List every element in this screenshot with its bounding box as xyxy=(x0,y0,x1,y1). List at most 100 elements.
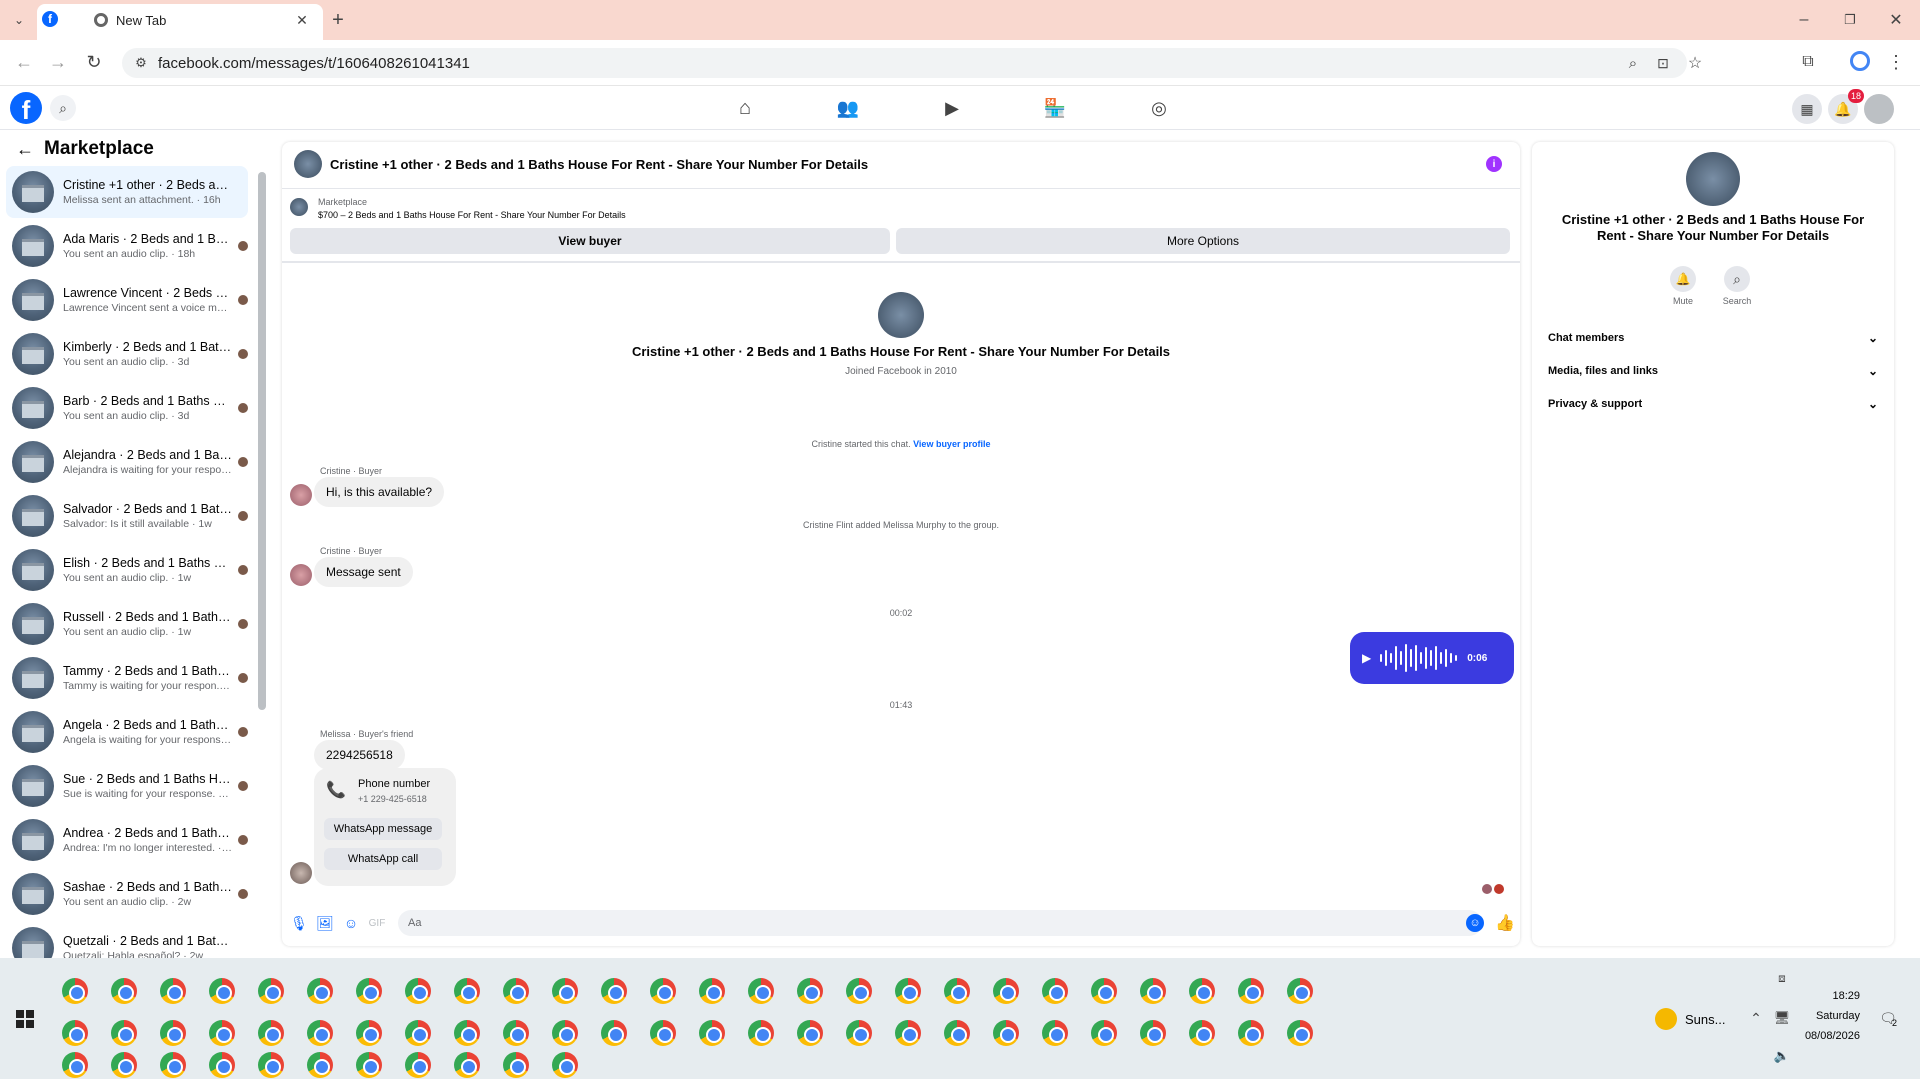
conversation-item[interactable]: Quetzali · 2 Beds and 1 Baths H... Quetza… xyxy=(6,922,248,958)
taskbar-app-icon[interactable] xyxy=(160,1052,186,1078)
taskbar-app-icon[interactable] xyxy=(846,978,872,1004)
apps-menu-icon[interactable]: ▦ xyxy=(1792,94,1822,124)
close-tab-icon[interactable]: ✕ xyxy=(292,10,312,30)
video-nav-icon[interactable]: ▶ xyxy=(932,88,972,128)
taskbar-app-icon[interactable] xyxy=(699,1020,725,1046)
taskbar-app-icon[interactable] xyxy=(601,1020,627,1046)
taskbar-app-icon[interactable] xyxy=(846,1020,872,1046)
conversation-item[interactable]: Elish · 2 Beds and 1 Baths Ho... You sent… xyxy=(6,544,248,596)
taskbar-app-icon[interactable] xyxy=(405,1020,431,1046)
taskbar-app-icon[interactable] xyxy=(797,978,823,1004)
taskbar-app-icon[interactable] xyxy=(1238,978,1264,1004)
restore-icon[interactable]: ❐ xyxy=(1838,8,1862,32)
minimize-icon[interactable]: – xyxy=(1792,8,1816,32)
conversation-item[interactable]: Kimberly · 2 Beds and 1 Baths... You sent… xyxy=(6,328,248,380)
info-icon[interactable]: i xyxy=(1486,156,1502,172)
conversation-item[interactable]: Sashae · 2 Beds and 1 Baths ... You sent … xyxy=(6,868,248,920)
tab-new-tab[interactable]: New Tab xyxy=(82,4,312,36)
bookmark-star-icon[interactable]: ☆ xyxy=(1684,52,1706,74)
taskbar-app-icon[interactable] xyxy=(503,1020,529,1046)
site-info-icon[interactable]: ⚙ xyxy=(132,54,150,72)
emoji-icon[interactable]: ☺ xyxy=(1466,914,1484,932)
marketplace-nav-icon[interactable]: 🏪 xyxy=(1035,88,1075,128)
taskbar-app-icon[interactable] xyxy=(307,978,333,1004)
taskbar-app-icon[interactable] xyxy=(650,1020,676,1046)
taskbar-app-icon[interactable] xyxy=(797,1020,823,1046)
chat-title[interactable]: Cristine +1 other · 2 Beds and 1 Baths H… xyxy=(330,157,868,172)
like-thumb-icon[interactable]: 👍 xyxy=(1494,912,1516,934)
taskbar-app-icon[interactable] xyxy=(1091,978,1117,1004)
mute-bell-icon[interactable]: 🔔 xyxy=(1670,266,1696,292)
address-bar[interactable]: ⚙ facebook.com/messages/t/16064082610413… xyxy=(122,48,1702,78)
start-windows-icon[interactable] xyxy=(16,1010,34,1028)
panel-section-row[interactable]: Privacy & support ⌄ xyxy=(1544,392,1882,416)
taskbar-app-icon[interactable] xyxy=(944,978,970,1004)
taskbar-app-icon[interactable] xyxy=(405,978,431,1004)
message-bubble[interactable]: Hi, is this available? xyxy=(314,477,445,507)
taskbar-app-icon[interactable] xyxy=(62,1052,88,1078)
taskbar-app-icon[interactable] xyxy=(111,1052,137,1078)
conversation-item[interactable]: Russell · 2 Beds and 1 Baths ... You sent… xyxy=(6,598,248,650)
facebook-logo-icon[interactable]: f xyxy=(10,92,42,124)
view-buyer-profile-link[interactable]: View buyer profile xyxy=(913,439,990,449)
photo-icon[interactable]: 🖼 xyxy=(316,914,334,932)
more-options-button[interactable]: More Options xyxy=(896,228,1510,254)
view-buyer-button[interactable]: View buyer xyxy=(290,228,890,254)
taskbar-app-icon[interactable] xyxy=(356,1052,382,1078)
message-input[interactable]: Aa xyxy=(398,910,1482,936)
taskbar-app-icon[interactable] xyxy=(111,978,137,1004)
conversation-item[interactable]: Sue · 2 Beds and 1 Baths House ... Sue is… xyxy=(6,760,248,812)
taskbar-app-icon[interactable] xyxy=(748,1020,774,1046)
clock-day[interactable]: Saturday xyxy=(1788,1010,1860,1022)
zoom-icon[interactable]: ⌕ xyxy=(1622,52,1644,74)
extensions-icon[interactable]: ⧉ xyxy=(1796,50,1820,74)
taskbar-app-icon[interactable] xyxy=(1140,978,1166,1004)
play-icon[interactable]: ▶ xyxy=(1362,651,1371,665)
screen-capture-icon[interactable]: ⧈ xyxy=(1772,968,1792,988)
message-bubble[interactable]: Message sent xyxy=(314,557,413,587)
taskbar-app-icon[interactable] xyxy=(895,978,921,1004)
search-icon[interactable]: ⌕ xyxy=(50,95,76,121)
taskbar-app-icon[interactable] xyxy=(258,1020,284,1046)
groups-nav-icon[interactable]: ◎ xyxy=(1139,88,1179,128)
taskbar-app-icon[interactable] xyxy=(552,1052,578,1078)
browser-menu-icon[interactable]: ⋮ xyxy=(1886,50,1906,74)
taskbar-app-icon[interactable] xyxy=(503,978,529,1004)
taskbar-app-icon[interactable] xyxy=(356,978,382,1004)
taskbar-app-icon[interactable] xyxy=(1042,978,1068,1004)
forward-icon[interactable]: → xyxy=(46,50,70,74)
weather-label[interactable]: Suns... xyxy=(1685,1012,1725,1027)
taskbar-app-icon[interactable] xyxy=(748,978,774,1004)
conversation-item[interactable]: Ada Maris · 2 Beds and 1 Bat... You sent … xyxy=(6,220,248,272)
microphone-icon[interactable]: 🎙 xyxy=(290,914,308,932)
search-conversation-icon[interactable]: ⌕ xyxy=(1724,266,1750,292)
taskbar-app-icon[interactable] xyxy=(454,1052,480,1078)
volume-icon[interactable]: 🔈 xyxy=(1772,1046,1792,1066)
conversation-item[interactable]: Barb · 2 Beds and 1 Baths Ho... You sent … xyxy=(6,382,248,434)
taskbar-app-icon[interactable] xyxy=(944,1020,970,1046)
taskbar-app-icon[interactable] xyxy=(209,1020,235,1046)
taskbar-app-icon[interactable] xyxy=(895,1020,921,1046)
taskbar-app-icon[interactable] xyxy=(1189,1020,1215,1046)
profile-icon[interactable] xyxy=(1850,51,1870,71)
reload-icon[interactable]: ↻ xyxy=(82,50,106,74)
taskbar-app-icon[interactable] xyxy=(1091,1020,1117,1046)
taskbar-app-icon[interactable] xyxy=(160,978,186,1004)
taskbar-app-icon[interactable] xyxy=(307,1020,333,1046)
new-tab-button[interactable]: + xyxy=(326,8,350,32)
taskbar-app-icon[interactable] xyxy=(111,1020,137,1046)
taskbar-app-icon[interactable] xyxy=(1042,1020,1068,1046)
clock-date[interactable]: 08/08/2026 xyxy=(1788,1030,1860,1042)
taskbar-app-icon[interactable] xyxy=(993,1020,1019,1046)
friends-nav-icon[interactable]: 👥 xyxy=(828,88,868,128)
home-nav-icon[interactable]: ⌂ xyxy=(725,88,765,128)
taskbar-app-icon[interactable] xyxy=(307,1052,333,1078)
panel-section-row[interactable]: Chat members ⌄ xyxy=(1544,326,1882,350)
taskbar-app-icon[interactable] xyxy=(258,1052,284,1078)
taskbar-app-icon[interactable] xyxy=(258,978,284,1004)
account-avatar[interactable] xyxy=(1864,94,1894,124)
taskbar-app-icon[interactable] xyxy=(552,978,578,1004)
taskbar-app-icon[interactable] xyxy=(699,978,725,1004)
tab-list-chevron-icon[interactable]: ⌄ xyxy=(8,10,30,30)
conversation-item[interactable]: Cristine +1 other · 2 Beds and 1 ... Meli… xyxy=(6,166,248,218)
